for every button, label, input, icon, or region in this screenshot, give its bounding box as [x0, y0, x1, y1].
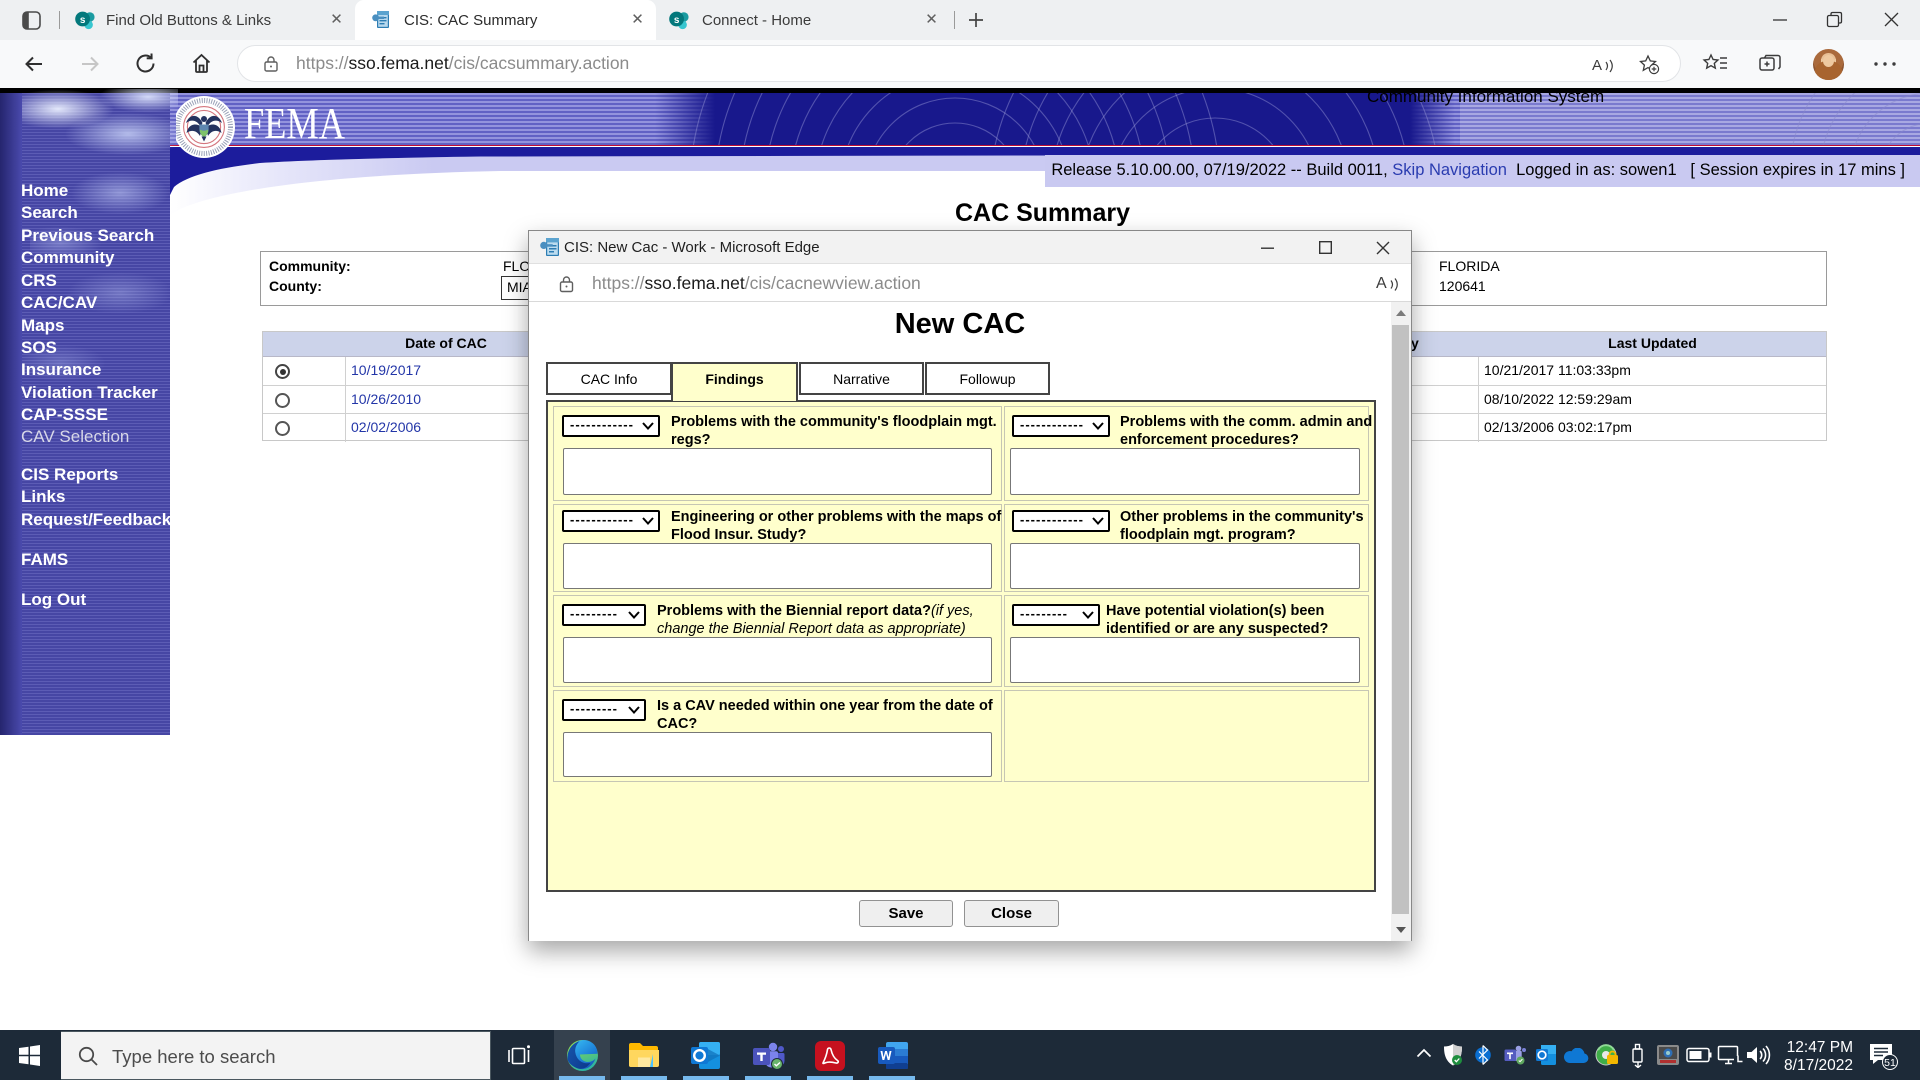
svg-text:s: s — [674, 15, 680, 26]
svg-text:FEMA: FEMA — [244, 99, 345, 148]
svg-text:s: s — [80, 15, 86, 26]
svg-text:51: 51 — [1884, 1057, 1896, 1069]
